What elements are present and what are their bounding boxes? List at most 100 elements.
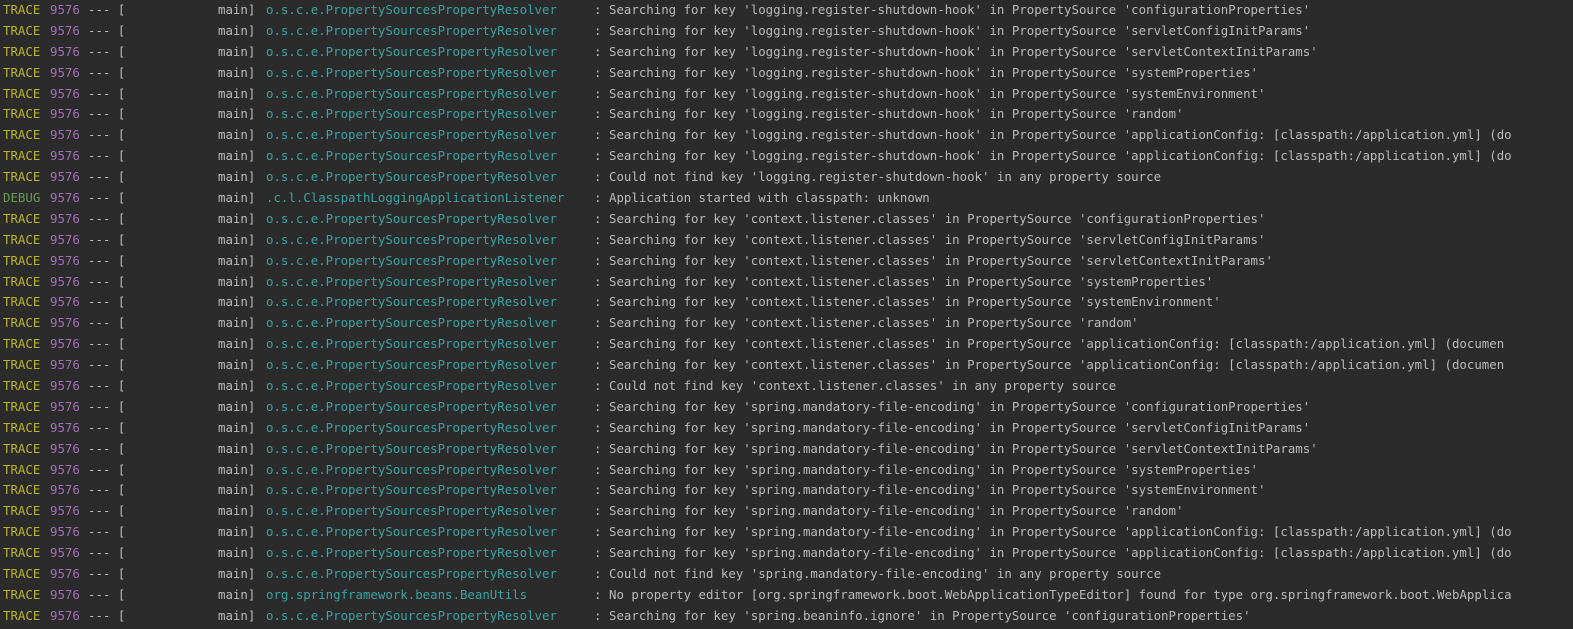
log-pid: 9576 <box>50 315 80 331</box>
log-separator: --- [ <box>88 607 126 623</box>
log-logger: o.s.c.e.PropertySourcesPropertyResolver <box>266 252 557 268</box>
log-thread: main] <box>218 607 256 623</box>
log-line: TRACE 9576 --- [main] o.s.c.e.PropertySourc… <box>0 564 1573 585</box>
log-pid: 9576 <box>50 190 80 206</box>
log-thread: main] <box>218 169 256 185</box>
log-thread: main] <box>218 43 256 59</box>
log-separator: --- [ <box>88 169 126 185</box>
log-level: TRACE <box>3 398 41 414</box>
log-message: Searching for key 'context.listener.clas… <box>609 294 1221 310</box>
log-colon: : <box>594 64 602 80</box>
log-level: TRACE <box>3 22 41 38</box>
log-message: Searching for key 'context.listener.clas… <box>609 336 1505 352</box>
log-thread: main] <box>218 545 256 561</box>
log-colon: : <box>594 586 602 602</box>
log-level: TRACE <box>3 273 41 289</box>
log-line: TRACE 9576 --- [main] o.s.c.e.PropertySourc… <box>0 543 1573 564</box>
log-level: TRACE <box>3 419 41 435</box>
log-line: TRACE 9576 --- [main] o.s.c.e.PropertySourc… <box>0 42 1573 63</box>
log-pid: 9576 <box>50 273 80 289</box>
log-separator: --- [ <box>88 586 126 602</box>
log-level: DEBUG <box>3 190 41 206</box>
log-logger: o.s.c.e.PropertySourcesPropertyResolver <box>266 378 557 394</box>
log-line: TRACE 9576 --- [main] o.s.c.e.PropertySourc… <box>0 292 1573 313</box>
log-message: Searching for key 'spring.mandatory-file… <box>609 419 1311 435</box>
log-message: Searching for key 'logging.register-shut… <box>609 64 1259 80</box>
log-thread: main] <box>218 2 256 17</box>
log-logger: o.s.c.e.PropertySourcesPropertyResolver <box>266 336 557 352</box>
log-message: Searching for key 'spring.mandatory-file… <box>609 440 1318 456</box>
log-separator: --- [ <box>88 210 126 226</box>
log-logger: o.s.c.e.PropertySourcesPropertyResolver <box>266 482 557 498</box>
log-colon: : <box>594 503 602 519</box>
log-level: TRACE <box>3 503 41 519</box>
log-level: TRACE <box>3 566 41 582</box>
log-colon: : <box>594 85 602 101</box>
log-separator: --- [ <box>88 357 126 373</box>
log-separator: --- [ <box>88 106 126 122</box>
log-pid: 9576 <box>50 210 80 226</box>
log-colon: : <box>594 440 602 456</box>
log-message: Searching for key 'logging.register-shut… <box>609 22 1311 38</box>
log-level: TRACE <box>3 169 41 185</box>
log-thread: main] <box>218 524 256 540</box>
log-logger: o.s.c.e.PropertySourcesPropertyResolver <box>266 607 557 623</box>
log-level: TRACE <box>3 43 41 59</box>
log-pid: 9576 <box>50 566 80 582</box>
log-level: TRACE <box>3 231 41 247</box>
log-line: TRACE 9576 --- [main] o.s.c.e.PropertySourc… <box>0 63 1573 84</box>
log-line: TRACE 9576 --- [main] o.s.c.e.PropertySourc… <box>0 480 1573 501</box>
log-line: TRACE 9576 --- [main] o.s.c.e.PropertySourc… <box>0 418 1573 439</box>
log-pid: 9576 <box>50 482 80 498</box>
log-thread: main] <box>218 231 256 247</box>
log-colon: : <box>594 2 602 17</box>
log-message: Could not find key 'logging.register-shu… <box>609 169 1162 185</box>
log-level: TRACE <box>3 64 41 80</box>
log-separator: --- [ <box>88 252 126 268</box>
log-message: Searching for key 'logging.register-shut… <box>609 43 1318 59</box>
log-level: TRACE <box>3 524 41 540</box>
log-thread: main] <box>218 357 256 373</box>
log-line: TRACE 9576 --- [main] org.springframework.b… <box>0 585 1573 606</box>
log-colon: : <box>594 252 602 268</box>
log-logger: o.s.c.e.PropertySourcesPropertyResolver <box>266 127 557 143</box>
log-level: TRACE <box>3 294 41 310</box>
log-separator: --- [ <box>88 85 126 101</box>
log-logger: o.s.c.e.PropertySourcesPropertyResolver <box>266 524 557 540</box>
log-thread: main] <box>218 336 256 352</box>
log-separator: --- [ <box>88 503 126 519</box>
log-pid: 9576 <box>50 545 80 561</box>
log-level: TRACE <box>3 357 41 373</box>
log-thread: main] <box>218 22 256 38</box>
log-colon: : <box>594 461 602 477</box>
log-pid: 9576 <box>50 106 80 122</box>
log-colon: : <box>594 482 602 498</box>
console-output[interactable]: TRACE 9576 --- [ main] o.s.c.e.PropertySourc… <box>0 0 1573 629</box>
log-logger: o.s.c.e.PropertySourcesPropertyResolver <box>266 85 557 101</box>
log-line: TRACE 9576 --- [main] o.s.c.e.PropertySourc… <box>0 0 1573 21</box>
log-message: Searching for key 'logging.register-shut… <box>609 2 1311 17</box>
log-level: TRACE <box>3 85 41 101</box>
log-pid: 9576 <box>50 419 80 435</box>
log-colon: : <box>594 148 602 164</box>
log-pid: 9576 <box>50 336 80 352</box>
log-line: TRACE 9576 --- [main] o.s.c.e.PropertySourc… <box>0 376 1573 397</box>
log-colon: : <box>594 169 602 185</box>
log-thread: main] <box>218 419 256 435</box>
log-pid: 9576 <box>50 64 80 80</box>
log-logger: .c.l.ClasspathLoggingApplicationListener <box>266 190 565 206</box>
log-pid: 9576 <box>50 252 80 268</box>
log-thread: main] <box>218 482 256 498</box>
log-colon: : <box>594 190 602 206</box>
log-line: TRACE 9576 --- [main] o.s.c.e.PropertySourc… <box>0 439 1573 460</box>
log-message: Searching for key 'spring.mandatory-file… <box>609 524 1512 540</box>
log-logger: o.s.c.e.PropertySourcesPropertyResolver <box>266 357 557 373</box>
log-separator: --- [ <box>88 43 126 59</box>
log-message: Searching for key 'spring.mandatory-file… <box>609 461 1259 477</box>
log-thread: main] <box>218 378 256 394</box>
log-message: Could not find key 'spring.mandatory-fil… <box>609 566 1162 582</box>
log-level: TRACE <box>3 586 41 602</box>
log-logger: o.s.c.e.PropertySourcesPropertyResolver <box>266 273 557 289</box>
log-separator: --- [ <box>88 419 126 435</box>
log-message: Searching for key 'context.listener.clas… <box>609 357 1505 373</box>
